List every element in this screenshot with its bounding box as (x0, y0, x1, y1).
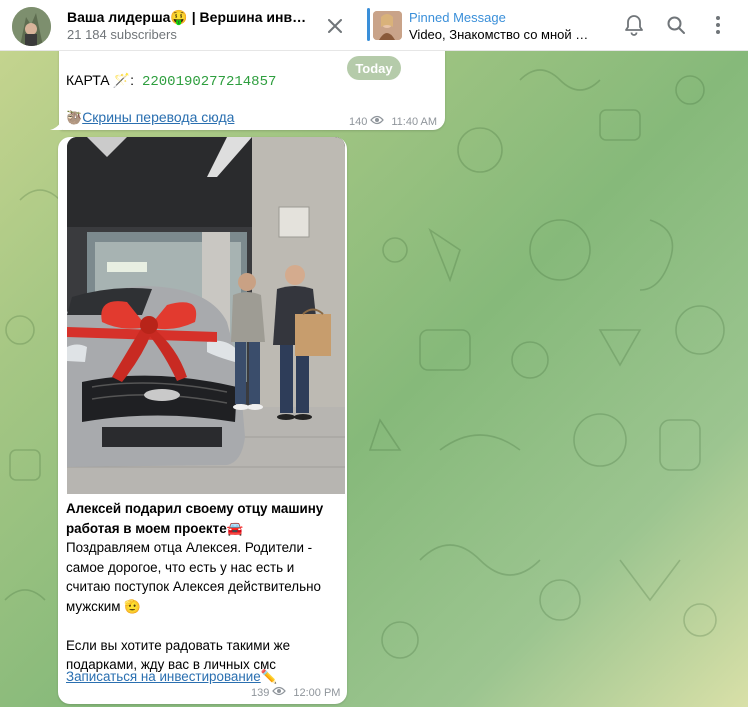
card-line: КАРТА 🪄: 2200190277214857 (66, 72, 277, 90)
screens-link[interactable]: Скрины перевода сюда (82, 109, 234, 125)
view-count: 140 (349, 115, 368, 128)
eye-icon (370, 115, 385, 128)
card-number[interactable]: 2200190277214857 (142, 74, 276, 90)
post-caption: Алексей подарил своему отцу машину работ… (66, 499, 342, 675)
search-icon[interactable] (663, 12, 689, 38)
invest-link-line: Записаться на инвестирование✏️ (66, 669, 277, 685)
channel-avatar[interactable] (12, 7, 51, 46)
screens-link-line: 🦥Скрины перевода сюда (66, 109, 234, 126)
date-divider-pill: Today (347, 56, 401, 80)
wand-emoji: 🪄 (112, 72, 131, 88)
chat-header: Ваша лидерша🤑 | Вершина инв… 21 184 subs… (0, 0, 748, 51)
channel-title[interactable]: Ваша лидерша🤑 | Вершина инв… (67, 9, 307, 26)
car-gift-photo[interactable] (67, 137, 345, 494)
card-label: КАРТА (66, 72, 110, 88)
message-time: 12:00 PM (293, 686, 341, 699)
bell-icon[interactable] (621, 12, 647, 38)
view-count: 139 (251, 686, 270, 699)
more-vertical-icon[interactable] (705, 12, 731, 38)
message-1-meta: 140 11:40 AM (349, 115, 437, 128)
pencil-emoji: ✏️ (260, 669, 278, 684)
pinned-message-thumbnail[interactable] (373, 11, 402, 40)
subscriber-count: 21 184 subscribers (67, 27, 177, 42)
pinned-message-text[interactable]: Video, Знакомство со мной и… (409, 27, 591, 42)
invest-link[interactable]: Записаться на инвестирование (66, 669, 261, 684)
message-bubble-2: Алексей подарил своему отцу машину работ… (58, 137, 347, 704)
post-headline: Алексей подарил своему отцу машину работ… (66, 501, 324, 536)
close-icon[interactable] (322, 13, 348, 39)
pinned-message-title[interactable]: Pinned Message (409, 10, 506, 25)
post-body-1: Поздравляем отца Алексея. Родители - сам… (66, 540, 321, 614)
message-2-meta: 139 12:00 PM (251, 686, 340, 699)
pinned-indicator-bar (367, 8, 370, 41)
bubble-tail (50, 120, 62, 130)
eye-icon (272, 686, 287, 699)
message-time: 11:40 AM (391, 115, 438, 128)
sloth-emoji: 🦥 (66, 110, 83, 125)
